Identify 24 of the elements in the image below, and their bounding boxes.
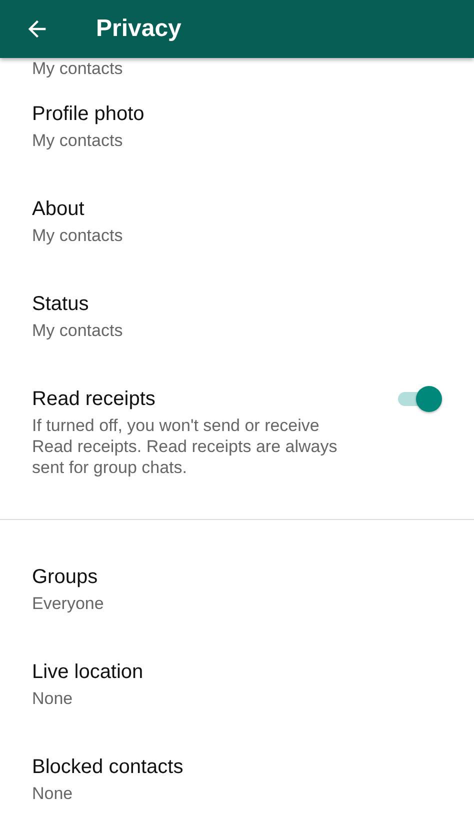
settings-item[interactable]: Profile photo My contacts	[0, 79, 474, 174]
toggle-switch[interactable]	[398, 385, 440, 413]
setting-title: Profile photo	[32, 102, 144, 126]
setting-value: My contacts	[32, 320, 123, 341]
setting-title: Blocked contacts	[32, 755, 184, 779]
settings-item[interactable]: Read receipts If turned off, you won't send or receive Read receipts. Read receipts are always sent for group chats.	[0, 364, 474, 501]
setting-title: Read receipts	[32, 387, 156, 411]
setting-title: Live location	[32, 660, 144, 684]
settings-item[interactable]: Groups Everyone	[0, 542, 474, 637]
settings-item[interactable]: Live location None	[0, 637, 474, 732]
setting-title: About	[32, 197, 86, 221]
settings-item[interactable]: About My contacts	[0, 174, 474, 269]
settings-item[interactable]: Blocked contacts None	[0, 732, 474, 827]
setting-value: None	[32, 688, 74, 709]
setting-value: My contacts	[32, 58, 123, 79]
screen-title: Privacy	[96, 15, 182, 43]
setting-title: Groups	[32, 565, 99, 589]
setting-description: If turned off, you won't send or receive Read receipts. Read receipts are always sent for group chats.	[32, 415, 338, 478]
setting-value: My contacts	[32, 225, 123, 246]
settings-item[interactable]: Status My contacts	[0, 269, 474, 364]
setting-title: Status	[32, 292, 90, 316]
setting-value: Everyone	[32, 593, 104, 614]
setting-value: None	[32, 783, 74, 804]
setting-value: My contacts	[32, 130, 124, 151]
